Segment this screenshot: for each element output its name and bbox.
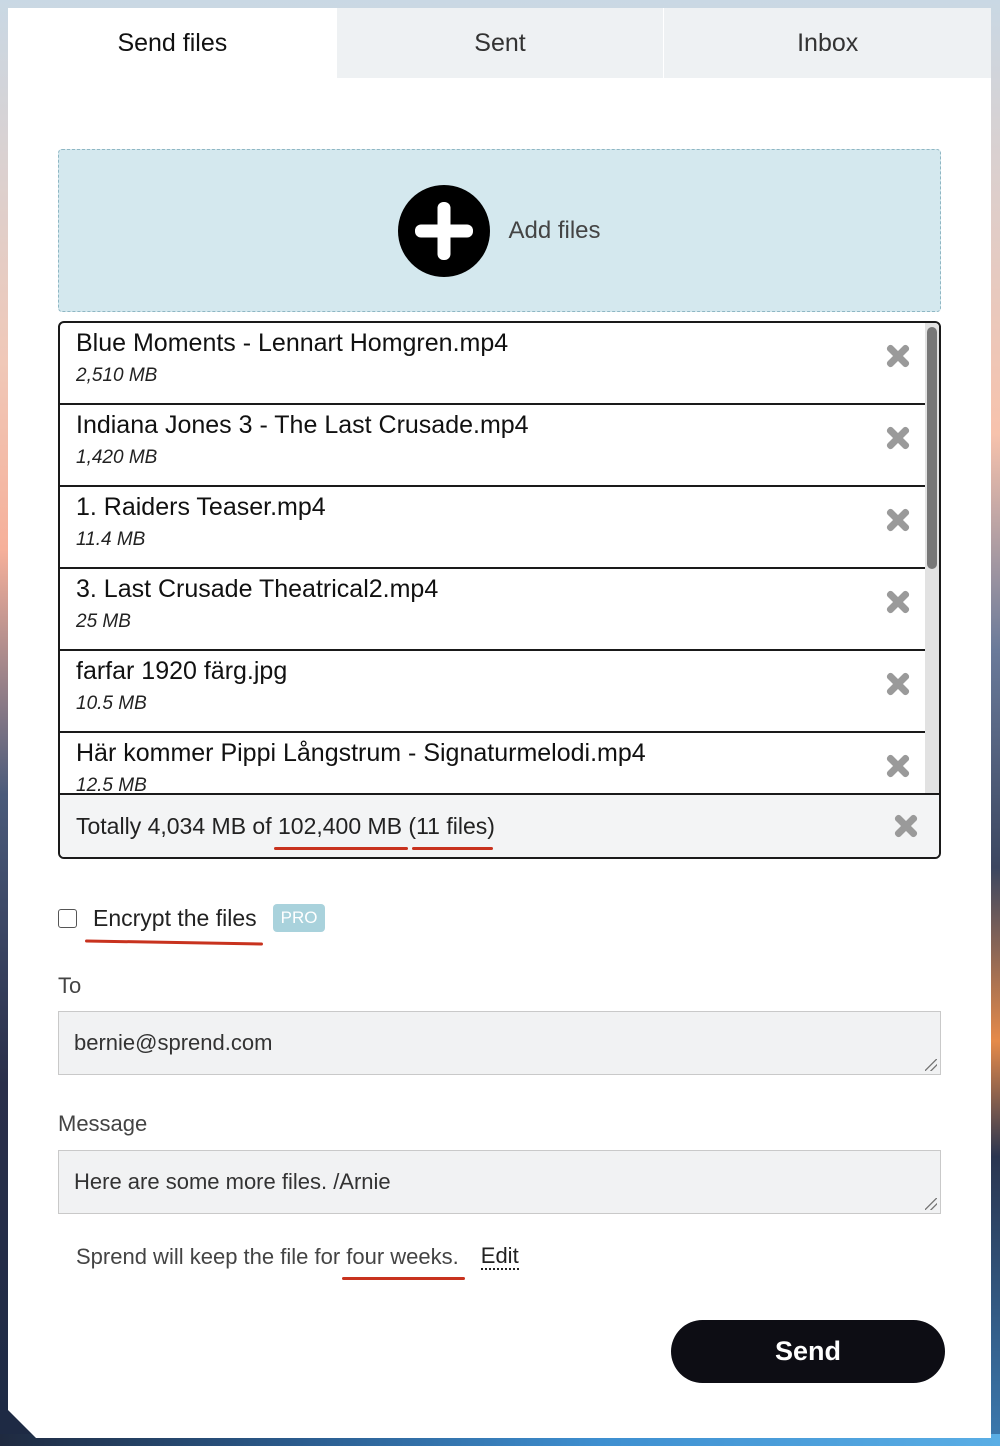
to-value[interactable]: bernie@sprend.com [74,1030,272,1056]
add-files-label[interactable]: Add files [508,217,600,245]
file-row: Här kommer Pippi Långstrum - Signaturmel… [60,733,929,795]
resize-handle-icon[interactable] [925,1198,937,1210]
encrypt-checkbox[interactable] [58,909,77,928]
file-row: farfar 1920 färg.jpg 10.5 MB [60,651,929,733]
to-field[interactable]: bernie@sprend.com [58,1011,941,1075]
file-name: farfar 1920 färg.jpg [76,657,288,685]
file-name: Blue Moments - Lennart Homgren.mp4 [76,329,509,357]
totals-limit: 102,400 MB [278,812,403,839]
file-row: 1. Raiders Teaser.mp4 11.4 MB [60,487,929,569]
file-size: 11.4 MB [76,529,146,550]
tab-sent[interactable]: Sent [336,8,664,78]
to-label: To [58,973,82,998]
remove-file-icon[interactable] [885,671,911,697]
remove-file-icon[interactable] [885,589,911,615]
file-row: Indiana Jones 3 - The Last Crusade.mp4 1… [60,405,929,487]
file-list-box: Blue Moments - Lennart Homgren.mp4 2,510… [58,321,941,859]
remove-file-icon[interactable] [885,425,911,451]
file-name: 3. Last Crusade Theatrical2.mp4 [76,575,439,603]
add-files-dropzone[interactable]: Add files [58,149,941,312]
send-files-card: Send files Sent Inbox Add files Blue Mom… [8,8,991,1438]
pro-badge: PRO [273,904,326,932]
message-field[interactable]: Here are some more files. /Arnie [58,1150,941,1214]
send-button[interactable]: Send [671,1320,945,1383]
file-size: 1,420 MB [76,447,158,468]
file-size: 2,510 MB [76,365,158,386]
retention-prefix: Sprend will keep the file for [76,1244,347,1269]
totals-row: Totally 4,034 MB of 102,400 MB ( 11 file… [60,793,939,857]
tab-inbox[interactable]: Inbox [663,8,991,78]
message-label: Message [58,1111,148,1136]
file-row: Blue Moments - Lennart Homgren.mp4 2,510… [60,323,929,405]
file-list: Blue Moments - Lennart Homgren.mp4 2,510… [60,323,929,795]
file-name: 1. Raiders Teaser.mp4 [76,493,326,521]
plus-circle-icon[interactable] [398,185,490,277]
encrypt-row: Encrypt the files PRO [58,903,325,933]
file-row: 3. Last Crusade Theatrical2.mp4 25 MB [60,569,929,651]
remove-file-icon[interactable] [885,753,911,779]
scrollbar-thumb[interactable] [927,327,937,569]
file-name: Indiana Jones 3 - The Last Crusade.mp4 [76,411,529,439]
encrypt-label[interactable]: Encrypt the files [93,905,257,932]
file-size: 12.5 MB [76,775,147,795]
file-list-scrollbar[interactable] [925,323,939,795]
background-right-strip [990,0,1000,1446]
file-name: Här kommer Pippi Långstrum - Signaturmel… [76,739,646,767]
resize-handle-icon[interactable] [925,1059,937,1071]
file-size: 10.5 MB [76,693,147,714]
totals-close-paren: ) [487,812,495,839]
edit-retention-link[interactable]: Edit [481,1244,519,1270]
totals-open-paren: ( [402,812,417,839]
tab-send-files[interactable]: Send files [8,8,336,78]
retention-notice: Sprend will keep the file for four weeks… [76,1244,519,1270]
file-size: 25 MB [76,611,131,632]
remove-file-icon[interactable] [885,343,911,369]
remove-file-icon[interactable] [885,507,911,533]
remove-all-icon[interactable] [893,813,919,839]
retention-period: four weeks. [346,1244,459,1269]
totals-file-count: 11 files [416,812,488,839]
totals-prefix: Totally 4,034 MB of [76,812,278,839]
tab-bar: Send files Sent Inbox [8,8,991,78]
message-value[interactable]: Here are some more files. /Arnie [74,1169,391,1195]
